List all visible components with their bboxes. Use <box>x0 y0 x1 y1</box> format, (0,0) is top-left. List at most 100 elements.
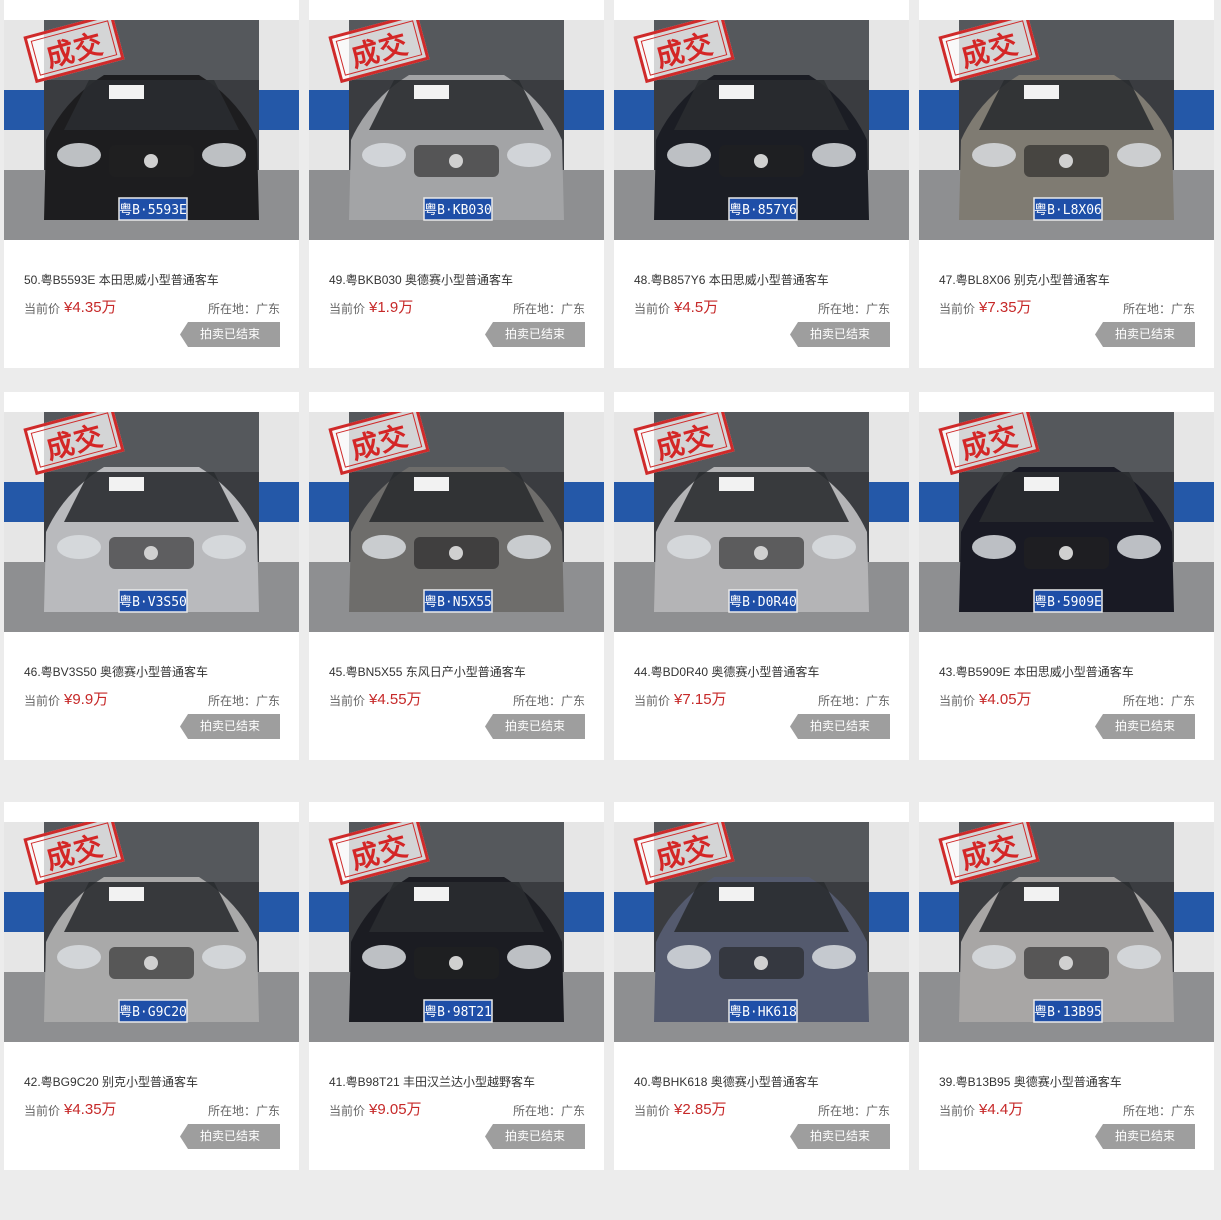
price-row: 当前价 ¥1.9万 所在地：广东 <box>329 296 585 316</box>
location-text: 所在地：广东 <box>207 694 280 708</box>
listing-card[interactable]: 粤B·857Y6 成交 48.粤B857Y6 本田思威小型普通客车 当前价 ¥4… <box>614 0 909 368</box>
auction-ended-button[interactable]: 拍卖已结束 <box>485 1124 585 1149</box>
listing-card[interactable]: 粤B·D0R40 成交 44.粤BD0R40 奥德赛小型普通客车 当前价 ¥7.… <box>614 392 909 760</box>
auction-ended-button[interactable]: 拍卖已结束 <box>790 1124 890 1149</box>
listing-card[interactable]: 粤B·V3S50 成交 46.粤BV3S50 奥德赛小型普通客车 当前价 ¥9.… <box>4 392 299 760</box>
auction-ended-button[interactable]: 拍卖已结束 <box>790 322 890 347</box>
price-label: 当前价 <box>329 302 366 316</box>
location-text: 所在地：广东 <box>207 1104 280 1118</box>
license-plate-text: 粤B·5909E <box>1034 594 1102 610</box>
listing-title[interactable]: 42.粤BG9C20 别克小型普通客车 <box>24 1073 294 1090</box>
price-row: 当前价 ¥4.35万 所在地：广东 <box>24 296 280 316</box>
price-row: 当前价 ¥2.85万 所在地：广东 <box>634 1098 890 1118</box>
price-value: ¥7.15万 <box>674 691 727 708</box>
auction-listing-grid: 粤B·5593E 成交 50.粤B5593E 本田思威小型普通客车 当前价 ¥4… <box>0 0 1221 1220</box>
listing-card[interactable]: 粤B·5593E 成交 50.粤B5593E 本田思威小型普通客车 当前价 ¥4… <box>4 0 299 368</box>
location-text: 所在地：广东 <box>1122 1104 1195 1118</box>
auction-ended-button[interactable]: 拍卖已结束 <box>180 1124 280 1149</box>
location-text: 所在地：广东 <box>817 1104 890 1118</box>
car-photo[interactable]: 粤B·N5X55 成交 <box>309 412 604 632</box>
car-photo[interactable]: 粤B·G9C20 成交 <box>4 822 299 1042</box>
listing-card[interactable]: 粤B·L8X06 成交 47.粤BL8X06 别克小型普通客车 当前价 ¥7.3… <box>919 0 1214 368</box>
license-plate-text: 粤B·13B95 <box>1034 1004 1102 1020</box>
license-plate-text: 粤B·KB030 <box>424 202 492 218</box>
listing-title[interactable]: 48.粤B857Y6 本田思威小型普通客车 <box>634 271 904 288</box>
location-text: 所在地：广东 <box>817 694 890 708</box>
price-label: 当前价 <box>939 302 976 316</box>
price-value: ¥1.9万 <box>369 299 414 316</box>
auction-ended-button[interactable]: 拍卖已结束 <box>485 714 585 739</box>
price-row: 当前价 ¥4.35万 所在地：广东 <box>24 1098 280 1118</box>
listing-title[interactable]: 49.粤BKB030 奥德赛小型普通客车 <box>329 271 599 288</box>
listing-title[interactable]: 46.粤BV3S50 奥德赛小型普通客车 <box>24 663 294 680</box>
listing-title[interactable]: 45.粤BN5X55 东风日产小型普通客车 <box>329 663 599 680</box>
price-label: 当前价 <box>24 1104 61 1118</box>
car-photo[interactable]: 粤B·D0R40 成交 <box>614 412 909 632</box>
listing-card[interactable]: 粤B·KB030 成交 49.粤BKB030 奥德赛小型普通客车 当前价 ¥1.… <box>309 0 604 368</box>
license-plate-text: 粤B·5593E <box>119 202 187 218</box>
price-row: 当前价 ¥7.35万 所在地：广东 <box>939 296 1195 316</box>
car-photo[interactable]: 粤B·HK618 成交 <box>614 822 909 1042</box>
listing-card[interactable]: 粤B·N5X55 成交 45.粤BN5X55 东风日产小型普通客车 当前价 ¥4… <box>309 392 604 760</box>
auction-ended-button[interactable]: 拍卖已结束 <box>485 322 585 347</box>
price-value: ¥7.35万 <box>979 299 1032 316</box>
price-row: 当前价 ¥7.15万 所在地：广东 <box>634 688 890 708</box>
car-photo[interactable]: 粤B·857Y6 成交 <box>614 20 909 240</box>
price-row: 当前价 ¥4.5万 所在地：广东 <box>634 296 890 316</box>
car-photo[interactable]: 粤B·13B95 成交 <box>919 822 1214 1042</box>
location-text: 所在地：广东 <box>512 1104 585 1118</box>
location-text: 所在地：广东 <box>512 302 585 316</box>
auction-ended-button[interactable]: 拍卖已结束 <box>1095 714 1195 739</box>
listing-title[interactable]: 43.粤B5909E 本田思威小型普通客车 <box>939 663 1209 680</box>
price-row: 当前价 ¥4.4万 所在地：广东 <box>939 1098 1195 1118</box>
price-row: 当前价 ¥9.9万 所在地：广东 <box>24 688 280 708</box>
auction-ended-button[interactable]: 拍卖已结束 <box>180 714 280 739</box>
price-value: ¥4.5万 <box>674 299 719 316</box>
license-plate-text: 粤B·V3S50 <box>119 594 187 610</box>
price-label: 当前价 <box>634 694 671 708</box>
price-label: 当前价 <box>24 694 61 708</box>
location-text: 所在地：广东 <box>817 302 890 316</box>
location-text: 所在地：广东 <box>512 694 585 708</box>
car-photo[interactable]: 粤B·V3S50 成交 <box>4 412 299 632</box>
license-plate-text: 粤B·D0R40 <box>729 594 797 610</box>
price-label: 当前价 <box>24 302 61 316</box>
license-plate-text: 粤B·98T21 <box>424 1004 492 1020</box>
car-photo[interactable]: 粤B·5593E 成交 <box>4 20 299 240</box>
price-value: ¥4.35万 <box>64 299 117 316</box>
car-photo[interactable]: 粤B·5909E 成交 <box>919 412 1214 632</box>
auction-ended-button[interactable]: 拍卖已结束 <box>1095 322 1195 347</box>
listing-title[interactable]: 47.粤BL8X06 别克小型普通客车 <box>939 271 1209 288</box>
listing-title[interactable]: 44.粤BD0R40 奥德赛小型普通客车 <box>634 663 904 680</box>
location-text: 所在地：广东 <box>1122 694 1195 708</box>
price-label: 当前价 <box>329 694 366 708</box>
listing-card[interactable]: 粤B·13B95 成交 39.粤B13B95 奥德赛小型普通客车 当前价 ¥4.… <box>919 802 1214 1170</box>
listing-title[interactable]: 39.粤B13B95 奥德赛小型普通客车 <box>939 1073 1209 1090</box>
price-row: 当前价 ¥4.55万 所在地：广东 <box>329 688 585 708</box>
price-value: ¥4.4万 <box>979 1101 1024 1118</box>
price-value: ¥9.9万 <box>64 691 109 708</box>
price-label: 当前价 <box>329 1104 366 1118</box>
license-plate-text: 粤B·HK618 <box>729 1004 797 1020</box>
listing-title[interactable]: 41.粤B98T21 丰田汉兰达小型越野客车 <box>329 1073 599 1090</box>
price-value: ¥9.05万 <box>369 1101 422 1118</box>
auction-ended-button[interactable]: 拍卖已结束 <box>180 322 280 347</box>
listing-card[interactable]: 粤B·5909E 成交 43.粤B5909E 本田思威小型普通客车 当前价 ¥4… <box>919 392 1214 760</box>
car-photo[interactable]: 粤B·L8X06 成交 <box>919 20 1214 240</box>
price-label: 当前价 <box>939 694 976 708</box>
auction-ended-button[interactable]: 拍卖已结束 <box>1095 1124 1195 1149</box>
price-label: 当前价 <box>939 1104 976 1118</box>
auction-ended-button[interactable]: 拍卖已结束 <box>790 714 890 739</box>
listing-title[interactable]: 50.粤B5593E 本田思威小型普通客车 <box>24 271 294 288</box>
car-photo[interactable]: 粤B·98T21 成交 <box>309 822 604 1042</box>
license-plate-text: 粤B·857Y6 <box>729 202 797 218</box>
price-value: ¥4.55万 <box>369 691 422 708</box>
car-photo[interactable]: 粤B·KB030 成交 <box>309 20 604 240</box>
price-label: 当前价 <box>634 1104 671 1118</box>
listing-card[interactable]: 粤B·98T21 成交 41.粤B98T21 丰田汉兰达小型越野客车 当前价 ¥… <box>309 802 604 1170</box>
price-row: 当前价 ¥4.05万 所在地：广东 <box>939 688 1195 708</box>
listing-card[interactable]: 粤B·G9C20 成交 42.粤BG9C20 别克小型普通客车 当前价 ¥4.3… <box>4 802 299 1170</box>
listing-title[interactable]: 40.粤BHK618 奥德赛小型普通客车 <box>634 1073 904 1090</box>
listing-card[interactable]: 粤B·HK618 成交 40.粤BHK618 奥德赛小型普通客车 当前价 ¥2.… <box>614 802 909 1170</box>
price-value: ¥2.85万 <box>674 1101 727 1118</box>
